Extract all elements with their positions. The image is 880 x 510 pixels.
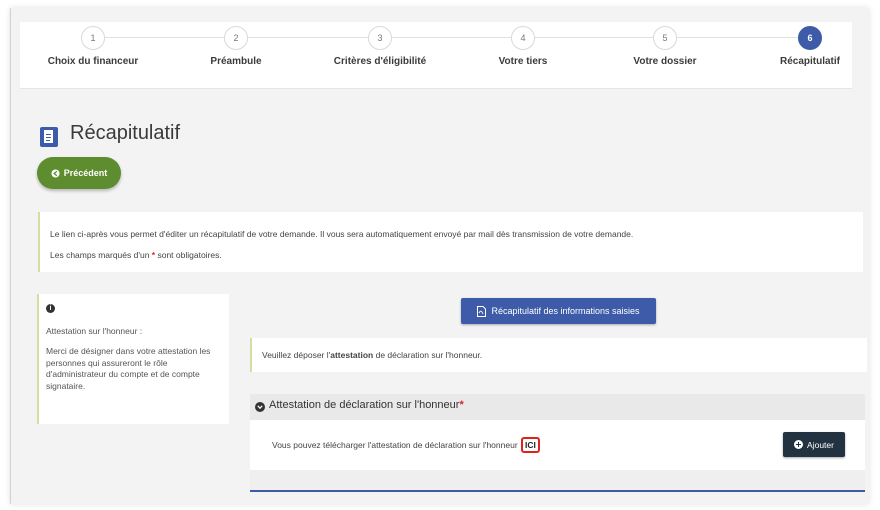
document-icon (40, 127, 58, 147)
info-text-prefix: Les champs marqués d'un (50, 250, 152, 260)
step-2[interactable]: 2 Préambule (166, 22, 306, 67)
previous-button-label: Précédent (63, 168, 108, 178)
step-label: Critères d'éligibilité (333, 56, 427, 67)
attestation-panel-title: Attestation de déclaration sur l'honneur… (269, 399, 464, 411)
attestation-panel-header[interactable]: Attestation de déclaration sur l'honneur… (250, 394, 865, 422)
arrow-left-circle-icon (51, 168, 60, 178)
add-button-label: Ajouter (807, 439, 834, 450)
download-text: Vous pouvez télécharger l'attestation de… (272, 437, 540, 453)
step-number: 3 (368, 26, 392, 50)
step-label: Préambule (210, 56, 262, 67)
help-text: Merci de désigner dans votre attestation… (46, 346, 211, 391)
info-text-line1: Le lien ci-après vous permet d'éditer un… (50, 229, 634, 239)
recap-pdf-button[interactable]: Récapitulatif des informations saisies (461, 298, 656, 324)
notice-prefix: Veuillez déposer l' (262, 350, 331, 360)
notice-bold: attestation (330, 350, 374, 360)
step-label: Votre tiers (498, 56, 548, 67)
download-link[interactable]: ICI (521, 437, 540, 453)
info-box: Le lien ci-après vous permet d'éditer un… (38, 212, 863, 272)
notice-suffix: de déclaration sur l'honneur. (373, 350, 483, 360)
help-panel: i Attestation sur l'honneur : Merci de d… (37, 294, 229, 424)
add-button[interactable]: Ajouter (783, 432, 845, 457)
info-text-suffix: sont obligatoires. (155, 250, 222, 260)
progress-stepper: 1 Choix du financeur 2 Préambule 3 Critè… (20, 22, 852, 89)
step-number: 4 (511, 26, 535, 50)
panel-title-text: Attestation de déclaration sur l'honneur (269, 399, 460, 411)
chevron-down-icon (255, 402, 265, 412)
attestation-panel-body: Vous pouvez télécharger l'attestation de… (250, 420, 865, 470)
previous-button[interactable]: Précédent (37, 157, 121, 189)
info-text-line2: Les champs marqués d'un * sont obligatoi… (50, 250, 222, 260)
plus-circle-icon (794, 440, 804, 449)
info-icon: i (46, 304, 55, 313)
step-6[interactable]: 6 Récapitulatif (740, 22, 880, 67)
download-text-label: Vous pouvez télécharger l'attestation de… (272, 440, 518, 450)
step-label: Récapitulatif (779, 56, 840, 67)
panel-bottom-border (250, 490, 865, 492)
step-number: 2 (224, 26, 248, 50)
notice-text: Veuillez déposer l'attestation de déclar… (262, 350, 482, 360)
upload-notice: Veuillez déposer l'attestation de déclar… (250, 338, 867, 372)
required-star: * (459, 399, 464, 411)
help-title: Attestation sur l'honneur : (46, 326, 143, 336)
step-number: 6 (798, 26, 822, 50)
step-label: Choix du financeur (47, 56, 139, 67)
step-label: Votre dossier (633, 56, 697, 67)
page-title: Récapitulatif (70, 122, 181, 144)
step-number: 5 (653, 26, 677, 50)
pdf-file-icon (477, 305, 487, 317)
step-5[interactable]: 5 Votre dossier (595, 22, 735, 67)
recap-button-label: Récapitulatif des informations saisies (491, 306, 640, 316)
panel-footer (250, 470, 865, 490)
step-3[interactable]: 3 Critères d'éligibilité (310, 22, 450, 67)
step-number: 1 (81, 26, 105, 50)
step-4[interactable]: 4 Votre tiers (453, 22, 593, 67)
step-1[interactable]: 1 Choix du financeur (23, 22, 163, 67)
